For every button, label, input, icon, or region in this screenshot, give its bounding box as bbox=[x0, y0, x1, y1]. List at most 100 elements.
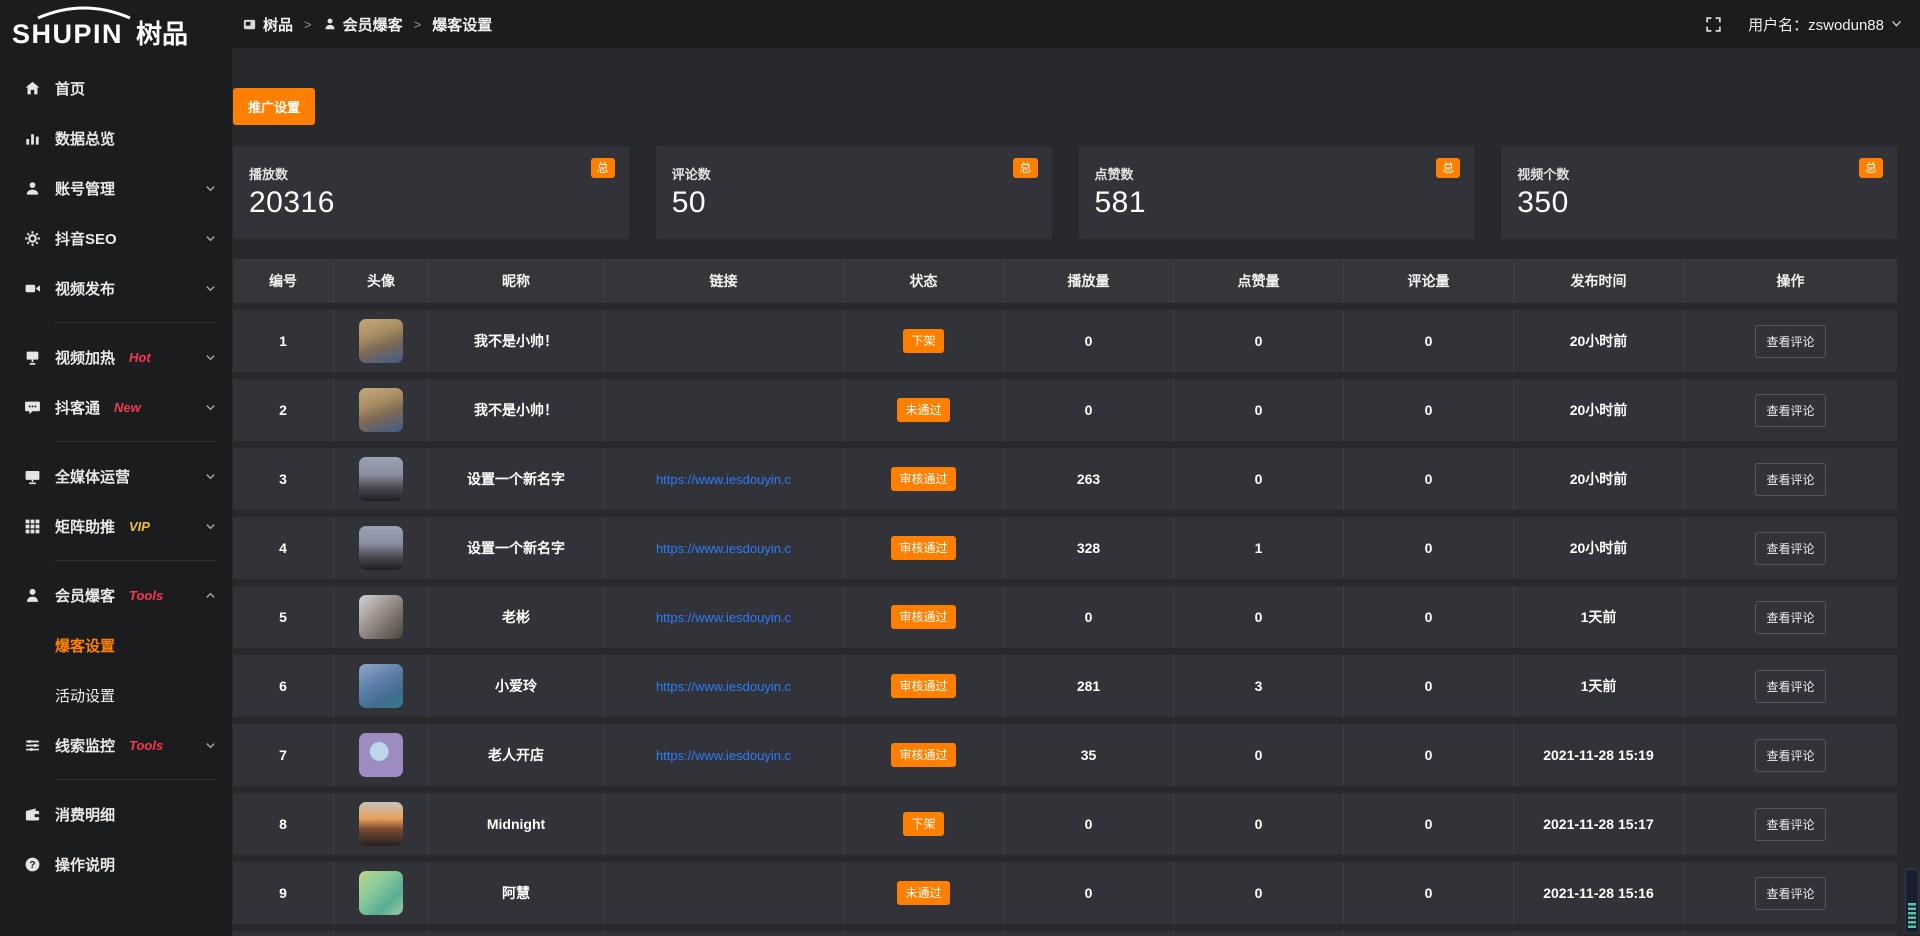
status-badge: 下架 bbox=[903, 812, 943, 836]
chevron-down-icon bbox=[205, 233, 216, 244]
sidebar-item[interactable]: 视频发布 bbox=[0, 263, 232, 313]
sidebar-item-tag: Tools bbox=[129, 588, 163, 603]
cell-status: 未通过 bbox=[843, 862, 1003, 924]
cell-time: 1天前 bbox=[1513, 586, 1683, 648]
fullscreen-icon[interactable] bbox=[1705, 16, 1722, 33]
avatar bbox=[359, 664, 403, 708]
table-row: 4 设置一个新名字 https://www.iesdouyin.c 审核通过 3… bbox=[233, 517, 1897, 579]
cell-nickname: Midnight bbox=[428, 793, 603, 855]
app-logo[interactable]: SHUPIN 树品 bbox=[0, 0, 232, 56]
user-menu[interactable]: 用户名：zswodun88 bbox=[1748, 14, 1902, 35]
column-header: 状态 bbox=[843, 259, 1003, 303]
sidebar-item[interactable]: 抖客通 New bbox=[0, 382, 232, 432]
stat-card-videos: 视频个数 350 总 bbox=[1501, 146, 1897, 239]
corner-widget[interactable] bbox=[1905, 869, 1919, 933]
cell-avatar bbox=[333, 793, 428, 855]
chevron-down-icon bbox=[205, 402, 216, 413]
total-badge: 总 bbox=[1013, 158, 1037, 178]
sidebar-item-label: 消费明细 bbox=[55, 804, 115, 825]
cell-avatar bbox=[333, 517, 428, 579]
view-comments-button[interactable]: 查看评论 bbox=[1755, 463, 1825, 496]
breadcrumb-label: 爆客设置 bbox=[432, 14, 492, 35]
cell-status: 审核通过 bbox=[843, 517, 1003, 579]
sidebar-item[interactable]: 会员爆客 Tools bbox=[0, 570, 232, 620]
view-comments-button[interactable]: 查看评论 bbox=[1755, 394, 1825, 427]
cell-avatar bbox=[333, 655, 428, 717]
table-row: 3 设置一个新名字 https://www.iesdouyin.c 审核通过 2… bbox=[233, 448, 1897, 510]
breadcrumb-item-current: 爆客设置 bbox=[432, 14, 492, 35]
cell-likes: 0 bbox=[1173, 862, 1343, 924]
cell-plays: 0 bbox=[1003, 379, 1173, 441]
video-link[interactable]: https://www.iesdouyin.c bbox=[656, 748, 791, 763]
shupin-logo-icon: SHUPIN 树品 bbox=[12, 5, 208, 51]
cell-likes: 1 bbox=[1173, 517, 1343, 579]
cell-comments: 0 bbox=[1343, 310, 1513, 372]
sliders-icon bbox=[24, 737, 41, 754]
cell-link: https://www.iesdouyin.c bbox=[603, 724, 843, 786]
sidebar-item[interactable]: 抖音SEO bbox=[0, 213, 232, 263]
sidebar-nav: 首页 数据总览 账号管理 抖音SEO 视频发布 视频加热 Hot 抖客通 New… bbox=[0, 56, 232, 889]
view-comments-button[interactable]: 查看评论 bbox=[1755, 808, 1825, 841]
sidebar-item-tag: VIP bbox=[129, 519, 150, 534]
cell-avatar bbox=[333, 586, 428, 648]
cell-nickname: 我不是小帅！ bbox=[428, 379, 603, 441]
cell-comments: 0 bbox=[1343, 724, 1513, 786]
sidebar-divider bbox=[55, 779, 216, 780]
sidebar-item[interactable]: 消费明细 bbox=[0, 789, 232, 839]
cell-id: 9 bbox=[233, 862, 333, 924]
cell-likes: 0 bbox=[1173, 448, 1343, 510]
wallet-icon bbox=[24, 806, 41, 823]
cell-avatar bbox=[333, 310, 428, 372]
sidebar-item[interactable]: 全媒体运营 bbox=[0, 451, 232, 501]
breadcrumb-separator: > bbox=[414, 17, 422, 32]
sidebar-item[interactable]: 视频加热 Hot bbox=[0, 332, 232, 382]
sidebar-subitem[interactable]: 爆客设置 bbox=[0, 620, 232, 670]
cell-id: 10 bbox=[233, 931, 333, 936]
view-comments-button[interactable]: 查看评论 bbox=[1755, 601, 1825, 634]
view-comments-button[interactable]: 查看评论 bbox=[1755, 877, 1825, 910]
member-icon bbox=[24, 587, 41, 604]
sidebar-item[interactable]: 账号管理 bbox=[0, 163, 232, 213]
video-link[interactable]: https://www.iesdouyin.c bbox=[656, 679, 791, 694]
sidebar-item-tag: Tools bbox=[129, 738, 163, 753]
cell-link bbox=[603, 793, 843, 855]
cell-likes: 0 bbox=[1173, 586, 1343, 648]
sidebar-item[interactable]: 操作说明 bbox=[0, 839, 232, 889]
sidebar-item-label: 视频发布 bbox=[55, 278, 115, 299]
table-row: 10 bbox=[233, 931, 1897, 936]
view-comments-button[interactable]: 查看评论 bbox=[1755, 532, 1825, 565]
video-link[interactable]: https://www.iesdouyin.c bbox=[656, 472, 791, 487]
help-icon bbox=[24, 856, 41, 873]
avatar bbox=[359, 526, 403, 570]
avatar bbox=[359, 871, 403, 915]
view-comments-button[interactable]: 查看评论 bbox=[1755, 670, 1825, 703]
sidebar-item[interactable]: 数据总览 bbox=[0, 113, 232, 163]
column-header: 评论量 bbox=[1343, 259, 1513, 303]
sidebar-item-label: 线索监控 bbox=[55, 735, 115, 756]
video-link[interactable]: https://www.iesdouyin.c bbox=[656, 610, 791, 625]
sidebar-item[interactable]: 矩阵助推 VIP bbox=[0, 501, 232, 551]
breadcrumb-item-section[interactable]: 会员爆客 bbox=[323, 14, 403, 35]
logo-text: SHUPIN bbox=[12, 19, 123, 49]
stats-row: 播放数 20316 总 评论数 50 总 点赞数 581 总 视频个数 350 bbox=[233, 146, 1897, 239]
status-badge: 审核通过 bbox=[891, 467, 955, 491]
view-comments-button[interactable]: 查看评论 bbox=[1755, 739, 1825, 772]
stat-label: 点赞数 bbox=[1095, 164, 1459, 183]
breadcrumb-item-home[interactable]: 树品 bbox=[242, 14, 293, 35]
stat-card-likes: 点赞数 581 总 bbox=[1079, 146, 1475, 239]
cell-comments: 0 bbox=[1343, 448, 1513, 510]
sidebar-subitem[interactable]: 活动设置 bbox=[0, 670, 232, 720]
view-comments-button[interactable]: 查看评论 bbox=[1755, 325, 1825, 358]
cell-time: 2021-11-28 15:19 bbox=[1513, 724, 1683, 786]
cell-nickname: 阿慧 bbox=[428, 862, 603, 924]
cell-likes: 0 bbox=[1173, 793, 1343, 855]
stat-card-plays: 播放数 20316 总 bbox=[233, 146, 629, 239]
sidebar-item[interactable]: 线索监控 Tools bbox=[0, 720, 232, 770]
sidebar-divider bbox=[55, 322, 216, 323]
sidebar-item[interactable]: 首页 bbox=[0, 63, 232, 113]
gear-icon bbox=[24, 230, 41, 247]
promotion-settings-button[interactable]: 推广设置 bbox=[233, 88, 315, 125]
avatar bbox=[359, 595, 403, 639]
total-badge: 总 bbox=[1436, 158, 1460, 178]
video-link[interactable]: https://www.iesdouyin.c bbox=[656, 541, 791, 556]
